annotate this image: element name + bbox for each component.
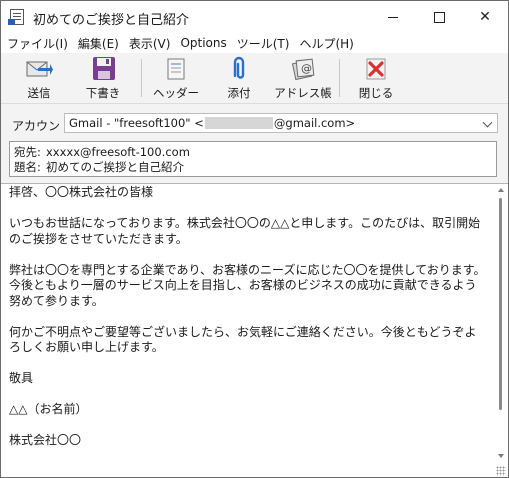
- menu-tools[interactable]: ツール(T): [232, 35, 295, 52]
- header-fields: 宛先: xxxxx@freesoft-100.com 題名: 初めてのご挨拶と自己紹…: [9, 141, 497, 177]
- close-label: 閉じる: [358, 86, 394, 100]
- close-button[interactable]: 閉じる: [359, 55, 393, 101]
- redacted-email: [204, 117, 273, 129]
- menu-options[interactable]: Options: [175, 36, 231, 50]
- message-body[interactable]: 拝啓、〇〇株式会社の皆様 いつもお世話になっております。株式会社〇〇の△△と申し…: [1, 183, 508, 477]
- app-icon: [8, 9, 24, 25]
- subject-value[interactable]: 初めてのご挨拶と自己紹介: [46, 160, 184, 174]
- header-label: ヘッダー: [153, 86, 199, 100]
- account-value-prefix: Gmail - "freesoft100" <: [69, 116, 204, 130]
- body-line: △△（お名前）: [9, 402, 88, 416]
- body-line: 株式会社〇〇: [9, 433, 82, 447]
- compose-window: 初めてのご挨拶と自己紹介 ✕ ファイル(I) 編集(E) 表示(V) Optio…: [0, 0, 509, 478]
- paperclip-icon: [233, 56, 245, 79]
- maximize-icon: [433, 11, 445, 23]
- title-bar[interactable]: 初めてのご挨拶と自己紹介 ✕: [1, 1, 508, 33]
- floppy-disk-icon: [93, 57, 115, 80]
- address-book-button[interactable]: @ アドレス帳: [274, 55, 332, 101]
- send-button[interactable]: 送信: [23, 55, 55, 101]
- menu-help[interactable]: ヘルプ(H): [294, 35, 358, 52]
- to-field[interactable]: 宛先: xxxxx@freesoft-100.com: [14, 144, 190, 160]
- attach-label: 添付: [227, 86, 251, 100]
- body-line: 拝啓、〇〇株式会社の皆様: [9, 185, 154, 199]
- account-select[interactable]: Gmail - "freesoft100" < @gmail.com>: [64, 113, 498, 133]
- resize-grip-icon[interactable]: [496, 466, 506, 476]
- subject-field[interactable]: 題名: 初めてのご挨拶と自己紹介: [14, 159, 184, 175]
- header-icon: [167, 58, 185, 80]
- minimize-button[interactable]: [370, 1, 416, 33]
- close-window-button[interactable]: ✕: [462, 1, 508, 33]
- send-icon: [26, 61, 53, 77]
- draft-label: 下書き: [85, 86, 121, 100]
- scroll-thumb[interactable]: [499, 198, 502, 410]
- menu-bar: ファイル(I) 編集(E) 表示(V) Options ツール(T) ヘルプ(H…: [1, 33, 508, 53]
- scroll-up-arrow-icon[interactable]: [498, 188, 504, 192]
- address-book-label: アドレス帳: [274, 86, 332, 100]
- chevron-down-icon[interactable]: [482, 117, 493, 128]
- body-paragraph: 弊社は〇〇を専門とする企業であり、お客様のニーズに応じた〇〇を提供しております。…: [9, 262, 486, 308]
- subject-label: 題名:: [14, 160, 41, 174]
- menu-edit[interactable]: 編集(E): [73, 35, 124, 52]
- close-icon: ✕: [479, 9, 491, 25]
- maximize-button[interactable]: [416, 1, 462, 33]
- send-label: 送信: [27, 86, 51, 100]
- body-paragraph: いつもお世話になっております。株式会社〇〇の△△と申します。このたびは、取引開始…: [9, 216, 481, 246]
- save-draft-button[interactable]: 下書き: [85, 55, 121, 101]
- message-text[interactable]: 拝啓、〇〇株式会社の皆様 いつもお世話になっております。株式会社〇〇の△△と申し…: [9, 185, 487, 449]
- window-title: 初めてのご挨拶と自己紹介: [33, 13, 190, 28]
- attach-button[interactable]: 添付: [223, 55, 255, 101]
- to-label: 宛先:: [14, 145, 41, 159]
- toolbar-separator: [141, 59, 142, 97]
- menu-file[interactable]: ファイル(I): [1, 35, 73, 52]
- body-paragraph: 何かご不明点やご要望等ございましたら、お気軽にご連絡ください。今後ともどうぞよろ…: [9, 324, 477, 355]
- body-line: 敬具: [9, 371, 34, 385]
- to-value[interactable]: xxxxx@freesoft-100.com: [46, 145, 190, 159]
- scroll-down-arrow-icon[interactable]: [498, 454, 504, 458]
- header-button[interactable]: ヘッダー: [153, 55, 199, 101]
- account-row: アカウント: Gmail - "freesoft100" < @gmail.com…: [1, 111, 508, 137]
- minimize-icon: [388, 16, 398, 18]
- menu-view[interactable]: 表示(V): [124, 35, 176, 52]
- address-book-icon: @: [291, 58, 315, 81]
- account-value-suffix: @gmail.com>: [273, 116, 356, 130]
- close-x-icon: [366, 58, 386, 80]
- vertical-scrollbar[interactable]: [496, 186, 506, 476]
- toolbar-separator: [339, 59, 340, 97]
- toolbar: 送信 下書き ヘッダー 添付 @ アドレス帳 閉じる: [1, 53, 508, 104]
- svg-text:@: @: [301, 62, 312, 75]
